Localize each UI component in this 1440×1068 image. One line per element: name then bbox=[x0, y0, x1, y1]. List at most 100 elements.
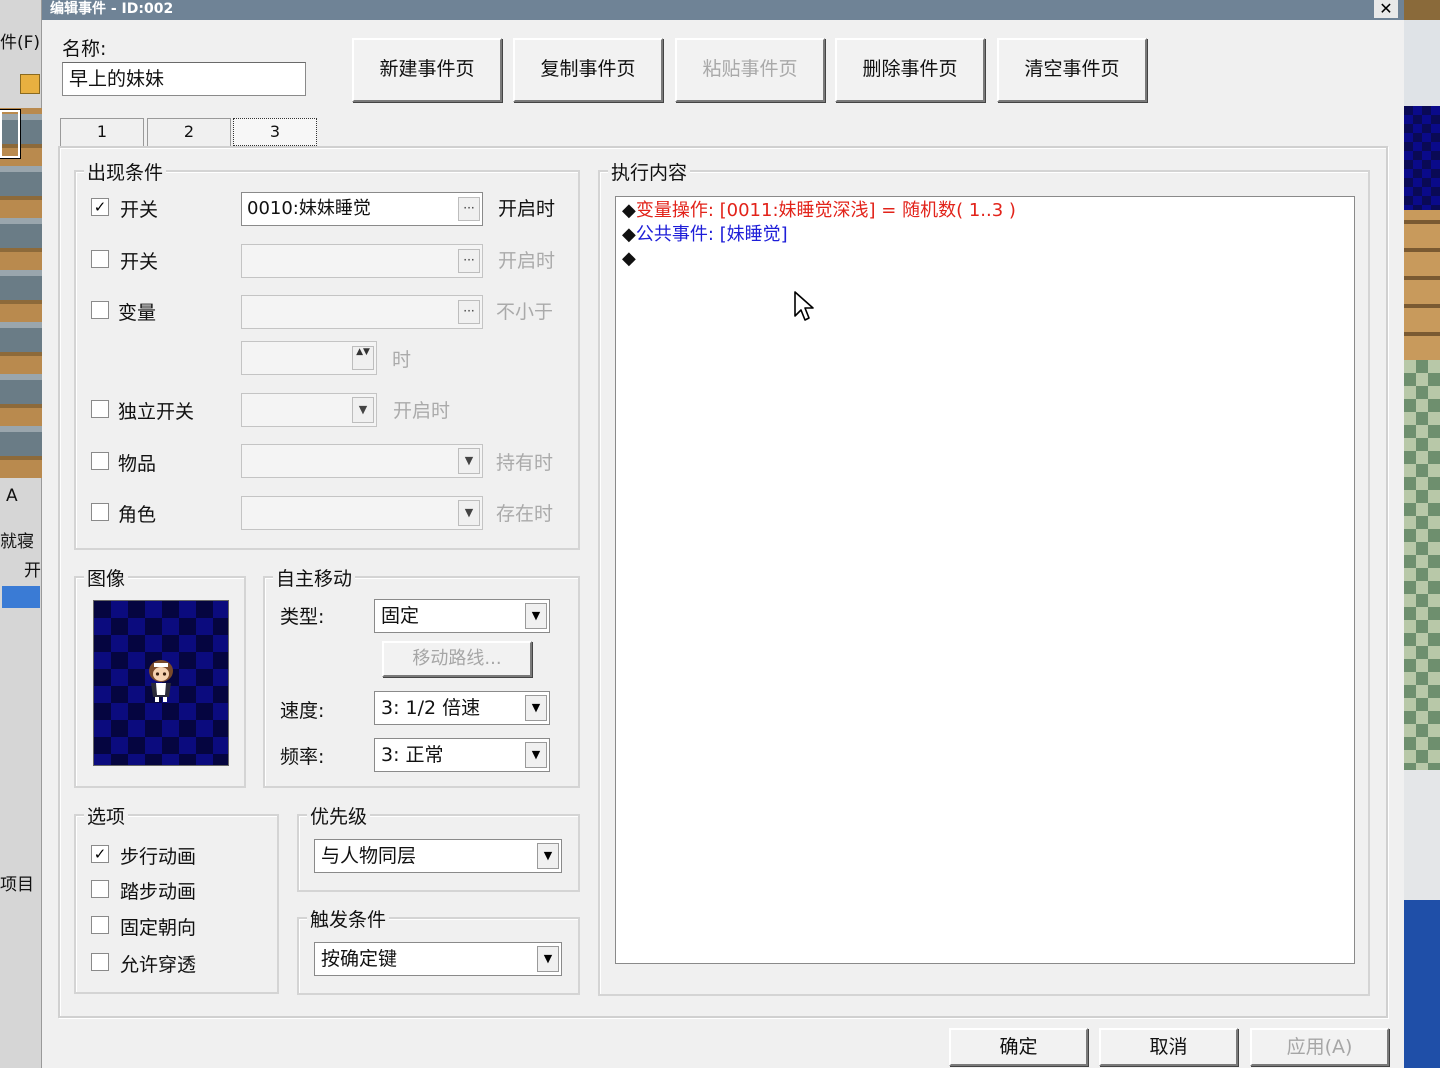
ellipsis-icon[interactable]: ··· bbox=[458, 300, 480, 324]
tile-selection bbox=[0, 109, 21, 159]
command-line[interactable]: ◆公共事件: [妹睡觉] bbox=[622, 223, 1016, 247]
switch1-label: 开关 bbox=[120, 199, 159, 221]
map-tree-item[interactable]: 就寝 bbox=[0, 527, 42, 552]
self-switch-select[interactable]: ▼ bbox=[241, 393, 377, 427]
mouse-cursor-icon bbox=[794, 291, 814, 321]
move-frequency-value: 3: 正常 bbox=[381, 744, 444, 766]
direction-fix-checkbox[interactable] bbox=[91, 916, 109, 934]
map-tiles-water bbox=[1404, 900, 1440, 1068]
switch2-field[interactable]: ··· bbox=[241, 244, 483, 278]
actor-select[interactable]: ▼ bbox=[241, 496, 483, 530]
self-switch-suffix: 开启时 bbox=[393, 400, 451, 422]
variable-unit: 时 bbox=[392, 349, 412, 371]
event-command-list[interactable]: ◆变量操作: [0011:妹睡觉深浅] = 随机数( 1..3 ) ◆公共事件:… bbox=[615, 196, 1355, 964]
item-suffix: 持有时 bbox=[496, 452, 554, 474]
chevron-down-icon[interactable]: ▼ bbox=[458, 448, 480, 474]
item-label: 物品 bbox=[118, 453, 157, 475]
walk-anime-checkbox[interactable]: ✓ bbox=[91, 845, 109, 863]
walk-anime-label: 步行动画 bbox=[120, 846, 197, 868]
map-tiles-wood bbox=[1404, 210, 1440, 360]
chevron-down-icon[interactable]: ▼ bbox=[537, 946, 559, 972]
tab-page-3[interactable]: 3 bbox=[233, 118, 317, 146]
layer-label: A bbox=[6, 486, 18, 506]
name-label: 名称: bbox=[62, 38, 107, 60]
switch1-suffix: 开启时 bbox=[498, 198, 556, 220]
clear-page-button[interactable]: 清空事件页 bbox=[997, 38, 1147, 102]
command-lines: ◆变量操作: [0011:妹睡觉深浅] = 随机数( 1..3 ) ◆公共事件:… bbox=[622, 199, 1016, 271]
trigger-select[interactable]: 按确定键 ▼ bbox=[314, 942, 562, 976]
conditions-title: 出现条件 bbox=[84, 158, 167, 185]
contents-title: 执行内容 bbox=[608, 158, 691, 185]
priority-select[interactable]: 与人物同层 ▼ bbox=[314, 839, 562, 873]
item-checkbox[interactable] bbox=[91, 452, 109, 470]
move-type-value: 固定 bbox=[381, 605, 420, 627]
command-line[interactable]: ◆变量操作: [0011:妹睡觉深浅] = 随机数( 1..3 ) bbox=[622, 199, 1016, 223]
through-checkbox[interactable] bbox=[91, 953, 109, 971]
variable-checkbox[interactable] bbox=[91, 301, 109, 319]
apply-button[interactable]: 应用(A) bbox=[1250, 1028, 1389, 1066]
selected-map-item[interactable] bbox=[2, 586, 40, 608]
variable-suffix: 不小于 bbox=[496, 301, 554, 323]
move-speed-value: 3: 1/2 倍速 bbox=[381, 697, 481, 719]
ok-button[interactable]: 确定 bbox=[949, 1028, 1088, 1066]
self-switch-checkbox[interactable] bbox=[91, 400, 109, 418]
actor-suffix: 存在时 bbox=[496, 503, 554, 525]
copy-page-button[interactable]: 复制事件页 bbox=[513, 38, 663, 102]
variable-value-spinner[interactable]: ▲▼ bbox=[241, 341, 377, 375]
chevron-down-icon[interactable]: ▼ bbox=[352, 397, 374, 423]
actor-checkbox[interactable] bbox=[91, 503, 109, 521]
ellipsis-icon[interactable]: ··· bbox=[458, 197, 480, 221]
actor-label: 角色 bbox=[118, 504, 157, 526]
move-speed-select[interactable]: 3: 1/2 倍速 ▼ bbox=[374, 691, 550, 725]
map-toolbar bbox=[1404, 20, 1440, 106]
direction-fix-label: 固定朝向 bbox=[120, 917, 197, 939]
chevron-down-icon[interactable]: ▼ bbox=[537, 843, 559, 869]
image-title: 图像 bbox=[84, 564, 129, 591]
map-tree-item[interactable]: 开 bbox=[24, 556, 41, 581]
priority-title: 优先级 bbox=[307, 802, 371, 829]
folder-icon[interactable] bbox=[20, 74, 40, 94]
ellipsis-icon[interactable]: ··· bbox=[458, 249, 480, 273]
switch1-field[interactable]: 0010:妹妹睡觉 ··· bbox=[241, 192, 483, 226]
event-graphic[interactable] bbox=[93, 600, 229, 766]
dialog-titlebar: 编辑事件 - ID:002 ✕ bbox=[42, 0, 1404, 20]
tab-page-2[interactable]: 2 bbox=[147, 118, 231, 146]
tab-page-1[interactable]: 1 bbox=[60, 118, 144, 146]
chevron-down-icon[interactable]: ▼ bbox=[458, 500, 480, 526]
trigger-value: 按确定键 bbox=[321, 948, 398, 970]
step-anime-label: 踏步动画 bbox=[120, 881, 197, 903]
command-bullet: ◆ bbox=[622, 200, 636, 221]
move-route-button[interactable]: 移动路线... bbox=[382, 641, 532, 677]
step-anime-checkbox[interactable] bbox=[91, 880, 109, 898]
name-input[interactable]: 早上的妹妹 bbox=[62, 62, 306, 96]
tileset-preview[interactable] bbox=[0, 108, 42, 478]
spinner-icon[interactable]: ▲▼ bbox=[352, 346, 374, 370]
delete-page-button[interactable]: 删除事件页 bbox=[835, 38, 985, 102]
paste-page-button[interactable]: 粘贴事件页 bbox=[675, 38, 825, 102]
close-icon[interactable]: ✕ bbox=[1374, 0, 1398, 18]
cancel-button[interactable]: 取消 bbox=[1099, 1028, 1238, 1066]
left-menu-label[interactable]: 件(F) bbox=[0, 28, 42, 53]
command-line[interactable]: ◆ bbox=[622, 247, 1016, 271]
switch1-checkbox[interactable]: ✓ bbox=[91, 198, 109, 216]
map-scroll-area bbox=[1404, 770, 1440, 900]
move-type-label: 类型: bbox=[280, 606, 325, 628]
item-select[interactable]: ▼ bbox=[241, 444, 483, 478]
variable-label: 变量 bbox=[118, 302, 157, 324]
variable-field[interactable]: ··· bbox=[241, 295, 483, 329]
chevron-down-icon[interactable]: ▼ bbox=[525, 603, 547, 629]
options-title: 选项 bbox=[84, 802, 129, 829]
map-tiles-floor bbox=[1404, 360, 1440, 770]
autonomous-title: 自主移动 bbox=[273, 564, 356, 591]
trigger-title: 触发条件 bbox=[307, 905, 390, 932]
new-page-button[interactable]: 新建事件页 bbox=[352, 38, 502, 102]
move-type-select[interactable]: 固定 ▼ bbox=[374, 599, 550, 633]
chevron-down-icon[interactable]: ▼ bbox=[525, 695, 547, 721]
move-speed-label: 速度: bbox=[280, 700, 325, 722]
chevron-down-icon[interactable]: ▼ bbox=[525, 742, 547, 768]
move-frequency-select[interactable]: 3: 正常 ▼ bbox=[374, 738, 550, 772]
move-frequency-label: 频率: bbox=[280, 746, 325, 768]
switch2-checkbox[interactable] bbox=[91, 250, 109, 268]
priority-value: 与人物同层 bbox=[321, 845, 417, 867]
character-sprite-icon bbox=[149, 660, 173, 702]
